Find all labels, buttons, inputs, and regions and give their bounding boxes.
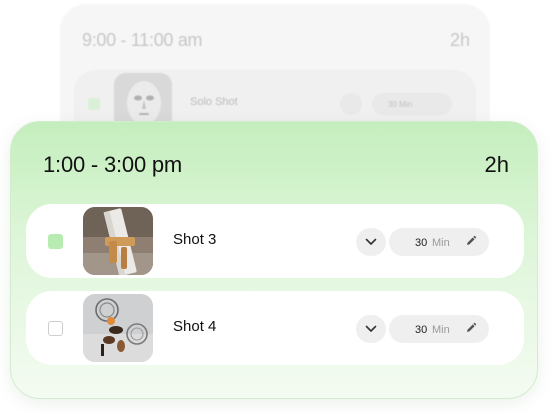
chevron-down-icon — [365, 325, 377, 332]
duration-value: 30 — [388, 100, 397, 109]
duration-unit: Min — [432, 324, 450, 336]
duration-unit: Min — [399, 100, 413, 109]
chevron-down-icon[interactable] — [340, 93, 362, 115]
pencil-icon[interactable] — [465, 235, 477, 247]
duration-value: 30 — [415, 237, 428, 249]
duration-pill[interactable]: 30 Min — [372, 93, 452, 115]
chevron-down-icon — [365, 238, 377, 245]
duration-value: 30 — [415, 324, 428, 336]
block-duration: 2h — [484, 152, 509, 177]
expand-button[interactable] — [356, 228, 386, 256]
shot-title: Shot 3 — [173, 231, 217, 248]
duration-pill[interactable]: 30 Min — [389, 315, 489, 343]
shot-row[interactable]: Shot 3 30 Min — [26, 204, 524, 278]
block-time-range: 9:00 - 11:00 am — [82, 30, 203, 50]
active-time-block: 1:00 - 3:00 pm 2h Shot 3 30 Min Shot 4 3… — [10, 121, 538, 399]
shot-thumbnail — [83, 294, 153, 362]
expand-button[interactable] — [356, 315, 386, 343]
duration-unit: Min — [432, 237, 450, 249]
shot-title: Solo Shot — [190, 96, 238, 108]
shot-title: Shot 4 — [173, 318, 217, 335]
shot-row[interactable]: Shot 4 30 Min — [26, 291, 524, 365]
shot-checkbox-unchecked[interactable] — [48, 321, 63, 336]
block-time-range: 1:00 - 3:00 pm — [43, 152, 183, 177]
shot-checkbox[interactable] — [88, 98, 100, 110]
pencil-icon[interactable] — [465, 322, 477, 334]
shot-thumbnail — [83, 207, 153, 275]
duration-pill[interactable]: 30 Min — [389, 228, 489, 256]
block-duration: 2h — [449, 30, 470, 50]
shot-checkbox-checked[interactable] — [48, 234, 63, 249]
